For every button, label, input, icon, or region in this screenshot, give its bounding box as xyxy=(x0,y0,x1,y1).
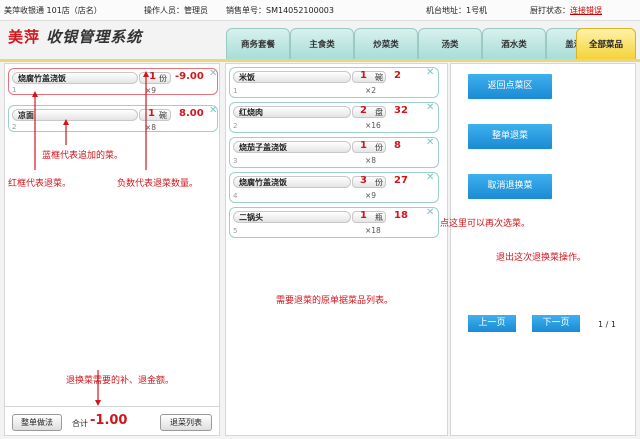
dish-multiplier: ×8 xyxy=(365,156,377,165)
item-index: 4 xyxy=(233,192,238,200)
item-index: 1 xyxy=(233,87,238,95)
dish-qty: 1 xyxy=(360,210,367,221)
close-icon[interactable]: ✕ xyxy=(426,172,434,183)
mid-item-card[interactable]: 烧茄子盖浇饭 1 份 8 ×8 3 ✕ xyxy=(229,137,439,168)
next-page-button[interactable]: 下一页 xyxy=(532,315,580,332)
dish-price: 32 xyxy=(394,105,408,116)
annotation-reselect: 点这里可以再次选菜。 xyxy=(440,219,531,229)
dish-name: 红烧肉 xyxy=(233,106,351,118)
mid-item-card[interactable]: 二锅头 1 瓶 18 ×18 5 ✕ xyxy=(229,207,439,238)
dish-qty: 1 xyxy=(360,140,367,151)
dish-price: 18 xyxy=(394,210,408,221)
mid-item-card[interactable]: 烧腐竹盖浇饭 3 份 27 ×9 4 ✕ xyxy=(229,172,439,203)
dish-qty: 1 xyxy=(360,70,367,81)
close-icon[interactable]: ✕ xyxy=(426,137,434,148)
item-index: 5 xyxy=(233,227,238,235)
dish-unit: 盘 xyxy=(375,108,383,117)
dish-unit: 份 xyxy=(375,143,383,152)
dish-unit: 瓶 xyxy=(375,213,383,222)
dish-price: 27 xyxy=(394,175,408,186)
dish-qty: 2 xyxy=(360,105,367,116)
mid-item-card[interactable]: 米饭 1 碗 2 ×2 1 ✕ xyxy=(229,67,439,98)
back-to-order-button[interactable]: 返回点菜区 xyxy=(468,74,552,99)
dish-name: 烧茄子盖浇饭 xyxy=(233,141,351,153)
dish-name: 烧腐竹盖浇饭 xyxy=(233,176,351,188)
dish-price: 2 xyxy=(394,70,401,81)
dish-name: 二锅头 xyxy=(233,211,351,223)
annotation-exit: 退出这次退换菜操作。 xyxy=(496,253,587,263)
close-icon[interactable]: ✕ xyxy=(426,67,434,78)
annotation-blue-frame: 蓝框代表追加的菜。 xyxy=(42,151,124,161)
item-index: 2 xyxy=(233,122,238,130)
annotation-red-frame: 红框代表退菜。 xyxy=(8,179,72,189)
total-value: -1.00 xyxy=(90,413,128,428)
total-label: 合计 xyxy=(72,419,88,428)
left-panel-divider xyxy=(4,406,220,407)
dish-multiplier: ×2 xyxy=(365,86,377,95)
return-list-button[interactable]: 退菜列表 xyxy=(160,414,212,431)
annotation-original-list: 需要退菜的原单据菜品列表。 xyxy=(276,296,394,306)
dish-name: 米饭 xyxy=(233,71,351,83)
dish-multiplier: ×16 xyxy=(365,121,381,130)
cancel-return-button[interactable]: 取消退换菜 xyxy=(468,174,552,199)
close-icon[interactable]: ✕ xyxy=(426,207,434,218)
dish-qty: 3 xyxy=(360,175,367,186)
dish-unit: 份 xyxy=(375,178,383,187)
full-return-button[interactable]: 整单退菜 xyxy=(468,124,552,149)
page-indicator: 1 / 1 xyxy=(598,320,616,329)
full-order-method-button[interactable]: 整单做法 xyxy=(12,414,62,431)
dish-multiplier: ×9 xyxy=(365,191,377,200)
dish-price: 8 xyxy=(394,140,401,151)
mid-item-card[interactable]: 红烧肉 2 盘 32 ×16 2 ✕ xyxy=(229,102,439,133)
prev-page-button[interactable]: 上一页 xyxy=(468,315,516,332)
annotation-amount: 退换菜需要的补、退金额。 xyxy=(66,376,175,386)
annotation-negative: 负数代表退菜数量。 xyxy=(117,179,199,189)
dish-multiplier: ×18 xyxy=(365,226,381,235)
item-index: 3 xyxy=(233,157,238,165)
dish-unit: 碗 xyxy=(375,73,383,82)
close-icon[interactable]: ✕ xyxy=(426,102,434,113)
